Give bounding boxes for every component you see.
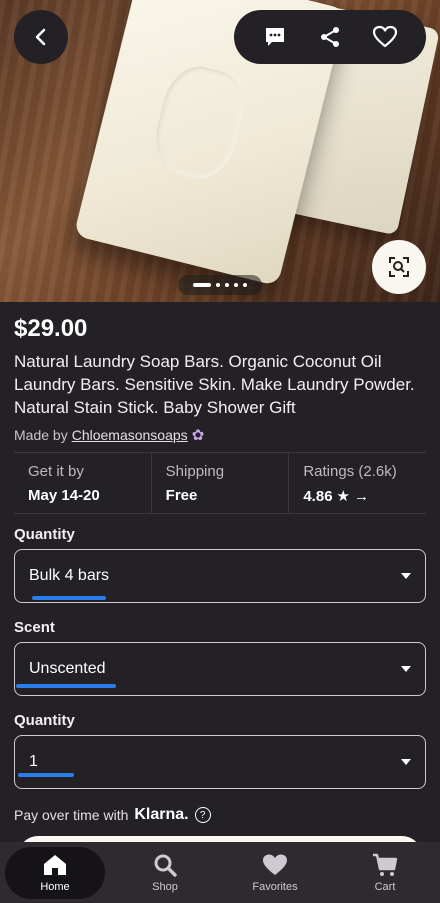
made-by-label: Made by — [14, 427, 68, 443]
nav-shop-label: Shop — [152, 880, 178, 893]
back-button[interactable] — [14, 10, 68, 64]
nav-home-label: Home — [40, 880, 70, 893]
share-icon[interactable] — [315, 22, 345, 52]
carousel-dot — [234, 283, 238, 287]
quantity-count-select[interactable]: 1 — [14, 735, 426, 789]
klarna-brand: Klarna. — [134, 806, 189, 823]
caret-down-icon — [401, 666, 411, 672]
nav-cart[interactable]: Cart — [335, 847, 435, 899]
ratings-value-row: 4.86 ★ → — [303, 487, 412, 506]
scent-label: Scent — [14, 619, 55, 636]
scan-icon — [389, 257, 409, 277]
action-bar — [234, 10, 426, 64]
nav-cart-label: Cart — [374, 880, 396, 893]
quantity-count-label: Quantity — [14, 712, 75, 729]
highlight-underline — [32, 596, 106, 600]
arrow-right-icon: → — [354, 487, 369, 505]
scent-select-value: Unscented — [29, 660, 106, 677]
shop-link[interactable]: Chloemasonsoaps — [72, 427, 188, 443]
quantity-count-value: 1 — [29, 753, 38, 770]
search-icon — [154, 854, 177, 877]
delivery-label: Get it by — [28, 463, 84, 480]
message-icon[interactable] — [260, 22, 290, 52]
carousel-dot — [225, 283, 229, 287]
delivery-value: May 14-20 — [28, 487, 100, 504]
chevron-left-icon — [35, 28, 46, 46]
carousel-dot — [193, 283, 211, 287]
shipping-info: Shipping Free — [150, 453, 289, 513]
quantity-label: Quantity — [14, 526, 75, 543]
quantity-select[interactable]: Bulk 4 bars — [14, 549, 426, 603]
nav-favorites[interactable]: Favorites — [225, 847, 325, 899]
delivery-info: Get it by May 14-20 — [14, 453, 151, 513]
quantity-select-value: Bulk 4 bars — [29, 567, 110, 584]
shipping-label: Shipping — [165, 463, 225, 480]
carousel-dot — [243, 283, 247, 287]
help-icon[interactable]: ? — [194, 807, 211, 823]
highlight-underline — [16, 684, 116, 688]
klarna-text: Pay over time with — [14, 807, 129, 823]
product-title: Natural Laundry Soap Bars. Organic Cocon… — [14, 352, 415, 417]
carousel-indicator — [178, 275, 262, 295]
carousel-dot — [216, 283, 220, 287]
caret-down-icon — [401, 759, 411, 765]
visual-search-button[interactable] — [372, 240, 426, 294]
cart-icon — [373, 853, 398, 876]
soap-stamp — [148, 59, 252, 185]
nav-favorites-label: Favorites — [252, 880, 298, 893]
shop-line: Made by Chloemasonsoaps ✿ — [14, 426, 204, 444]
bottom-nav: Home Shop Favorites Cart — [0, 842, 440, 903]
shipping-value: Free — [165, 487, 198, 504]
home-icon — [44, 854, 66, 875]
heart-icon — [263, 854, 287, 875]
star-seller-badge-icon: ✿ — [191, 427, 205, 444]
highlight-underline — [18, 773, 74, 777]
nav-shop[interactable]: Shop — [115, 847, 215, 899]
caret-down-icon — [401, 573, 411, 579]
price: $29.00 — [14, 315, 88, 342]
ratings-label: Ratings (2.6k) — [303, 463, 397, 480]
delivery-info-row: Get it by May 14-20 Shipping Free Rating… — [14, 452, 426, 514]
nav-home[interactable]: Home — [5, 846, 105, 899]
ratings-info[interactable]: Ratings (2.6k) 4.86 ★ → — [288, 453, 426, 513]
favorite-heart-icon[interactable] — [370, 22, 400, 52]
klarna-line: Pay over time with Klarna. ? — [14, 806, 211, 824]
rating-score: 4.86 — [303, 487, 333, 505]
star-icon: ★ — [336, 488, 350, 505]
